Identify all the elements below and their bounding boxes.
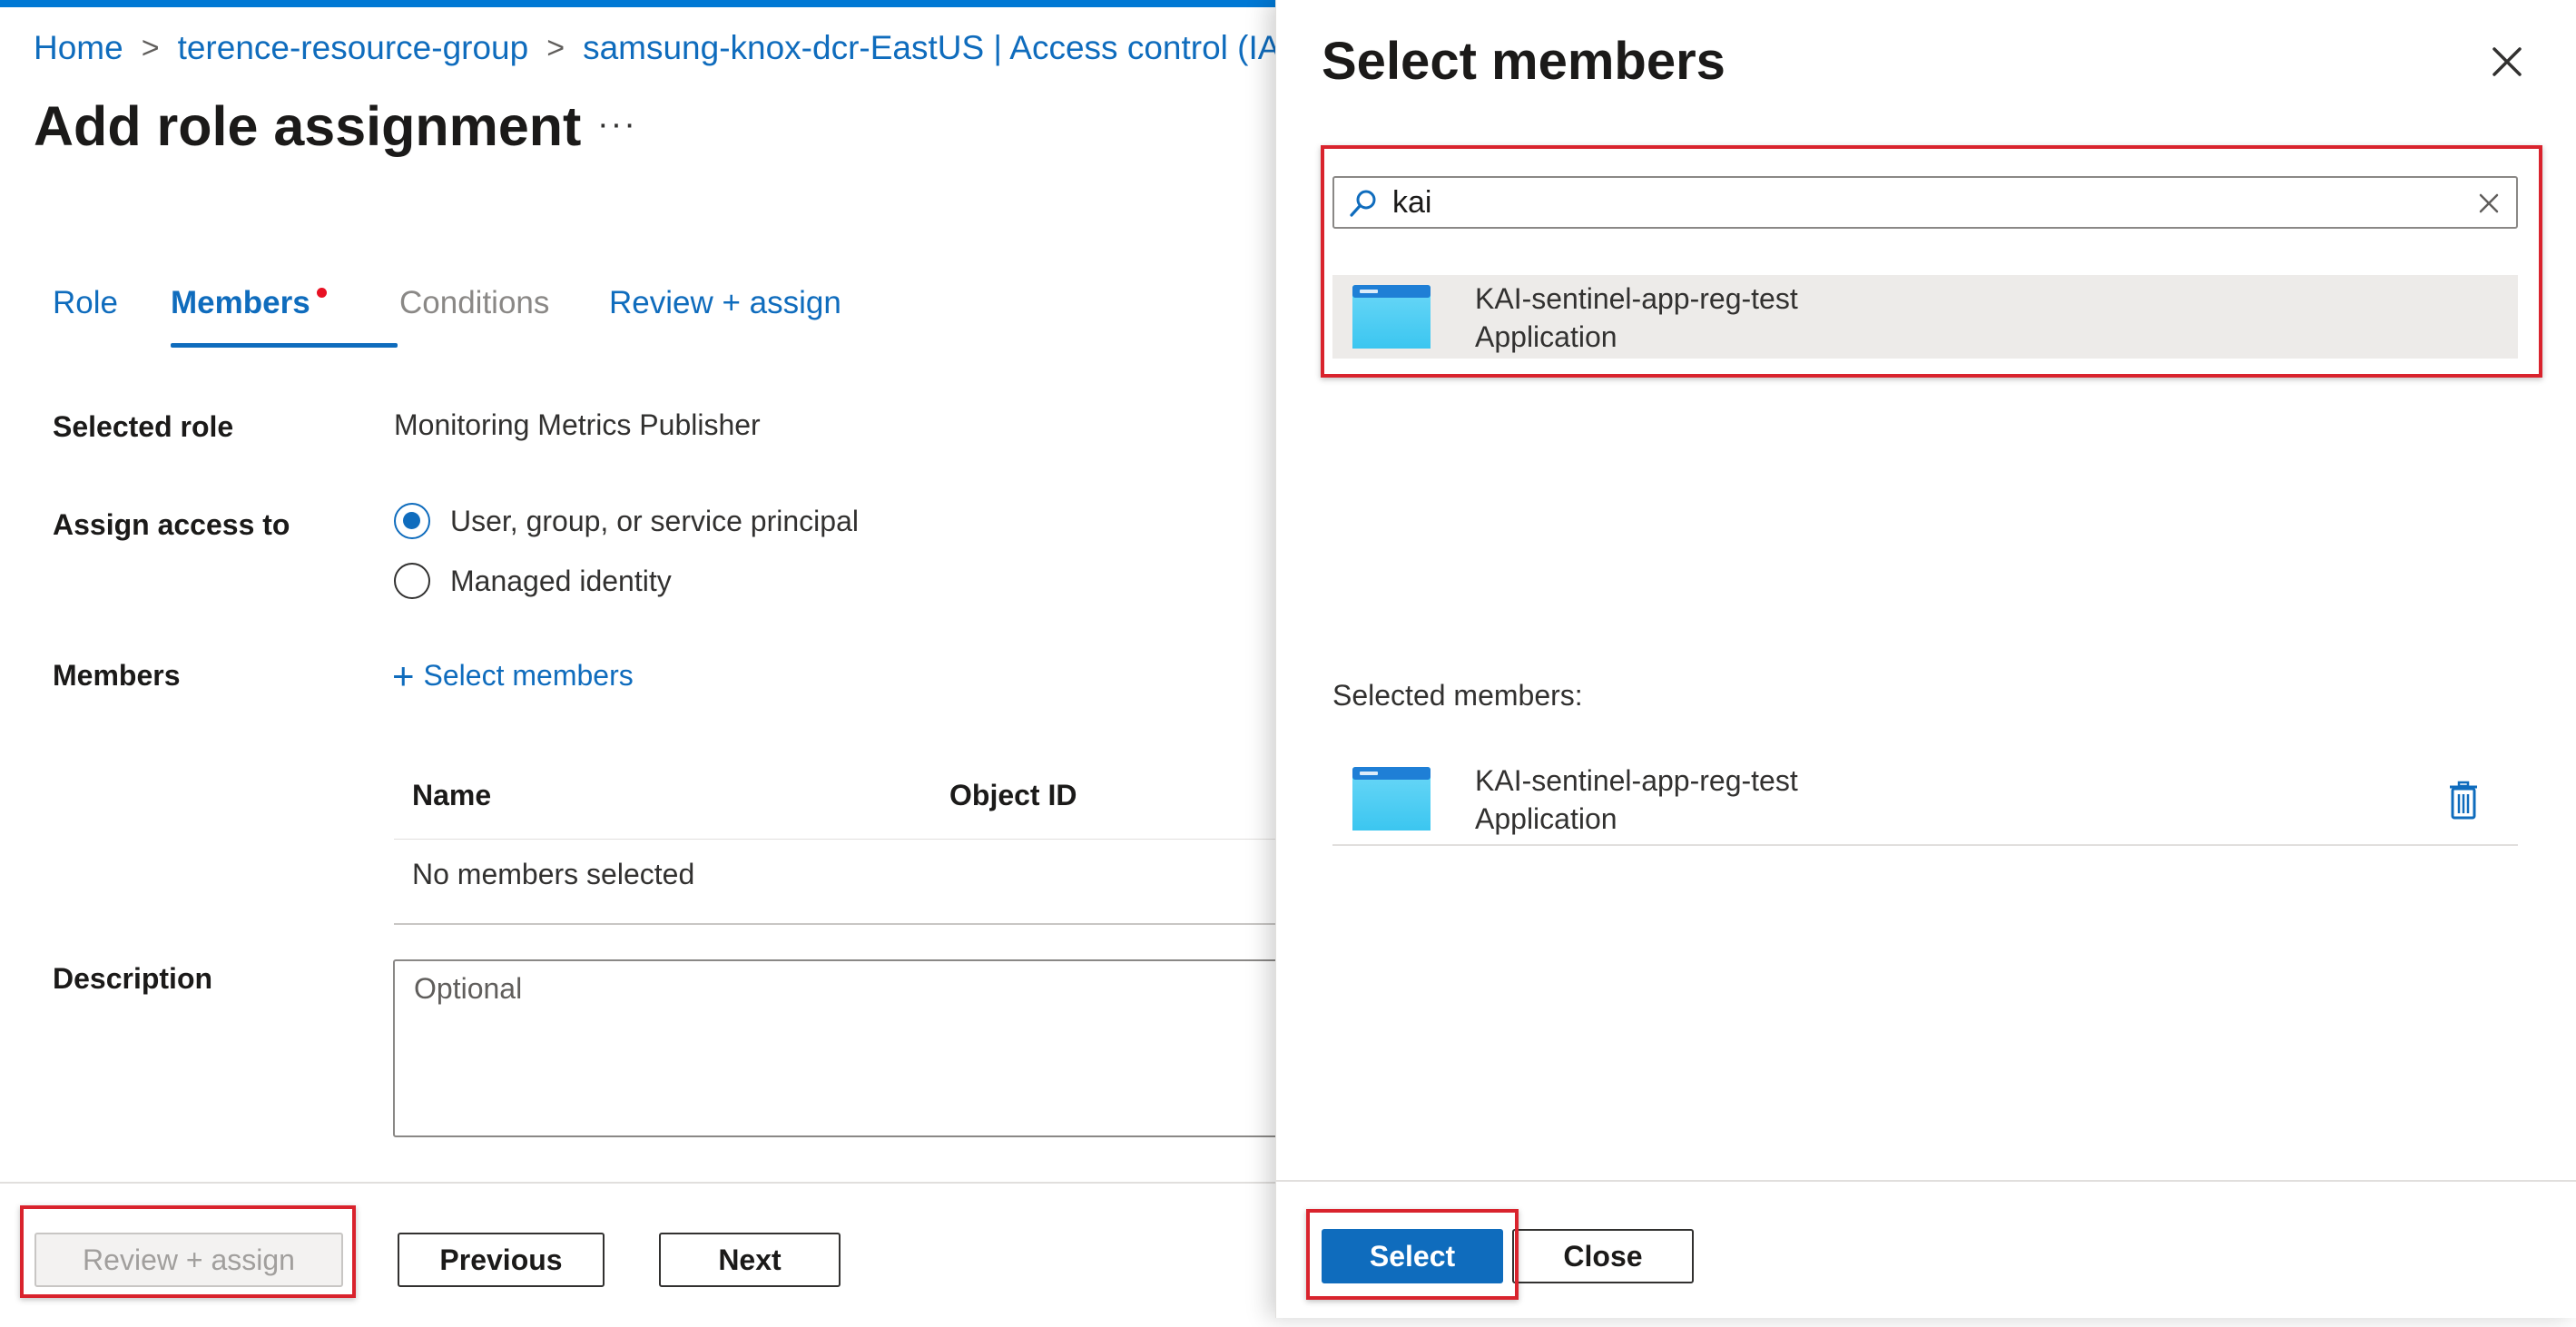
assign-access-label: Assign access to (53, 508, 290, 541)
highlight-search-area (1321, 145, 2542, 378)
radio-label: Managed identity (450, 564, 672, 597)
add-role-assignment-blade: Home > terence-resource-group > samsung-… (0, 7, 1355, 1318)
column-header-object-id: Object ID (949, 779, 1077, 811)
highlight-select-button (1306, 1209, 1519, 1300)
radio-button[interactable] (394, 563, 430, 599)
description-label: Description (53, 962, 213, 995)
tab-conditions: Conditions (399, 285, 550, 320)
table-row: No members selected (394, 840, 1275, 925)
trash-icon[interactable] (2447, 781, 2480, 821)
plus-icon: + (392, 654, 415, 697)
tab-role[interactable]: Role (53, 285, 118, 321)
radio-button-checked[interactable] (394, 503, 430, 539)
radio-option-managed-identity[interactable]: Managed identity (394, 563, 672, 599)
chevron-right-icon: > (546, 30, 565, 65)
app-registration-icon (1352, 767, 1431, 831)
column-header-name: Name (412, 779, 492, 811)
radio-option-user-group-sp[interactable]: User, group, or service principal (394, 503, 859, 539)
breadcrumb-home[interactable]: Home (34, 29, 123, 67)
highlight-review-assign (20, 1205, 356, 1298)
select-members-link[interactable]: + Select members (392, 654, 634, 697)
panel-title: Select members (1322, 32, 1726, 91)
active-tab-underline (171, 343, 398, 348)
required-indicator-dot (317, 288, 327, 298)
table-header-row: Name Object ID (394, 762, 1275, 840)
select-members-panel: Select members kai KAI-sentinel-app-reg-… (1275, 0, 2576, 1318)
next-button[interactable]: Next (659, 1233, 841, 1287)
tab-members[interactable]: Members (171, 285, 310, 321)
selected-member-type: Application (1475, 802, 1617, 835)
breadcrumb-access-control[interactable]: samsung-knox-dcr-EastUS | Access control… (583, 29, 1320, 67)
close-button[interactable]: Close (1512, 1229, 1694, 1283)
more-icon[interactable]: ··· (597, 105, 637, 144)
description-placeholder: Optional (414, 972, 523, 1005)
page-title: Add role assignment (34, 95, 582, 157)
tab-review-assign[interactable]: Review + assign (609, 285, 841, 321)
selected-members-label: Selected members: (1332, 679, 1583, 712)
description-textarea[interactable]: Optional (393, 959, 1292, 1137)
radio-label: User, group, or service principal (450, 504, 859, 537)
select-members-link-label: Select members (423, 659, 634, 692)
breadcrumb: Home > terence-resource-group > samsung-… (34, 29, 1373, 67)
previous-button[interactable]: Previous (398, 1233, 605, 1287)
selected-role-value: Monitoring Metrics Publisher (394, 408, 761, 441)
close-icon[interactable] (2489, 44, 2525, 80)
selected-role-label: Selected role (53, 410, 234, 443)
chevron-right-icon: > (141, 30, 160, 65)
empty-table-message: No members selected (412, 858, 695, 890)
members-table: Name Object ID No members selected (394, 762, 1275, 925)
members-label: Members (53, 659, 181, 692)
selected-member-name: KAI-sentinel-app-reg-test (1475, 764, 1798, 797)
breadcrumb-resource-group[interactable]: terence-resource-group (178, 29, 529, 67)
selected-member-item: KAI-sentinel-app-reg-test Application (1332, 744, 2518, 846)
